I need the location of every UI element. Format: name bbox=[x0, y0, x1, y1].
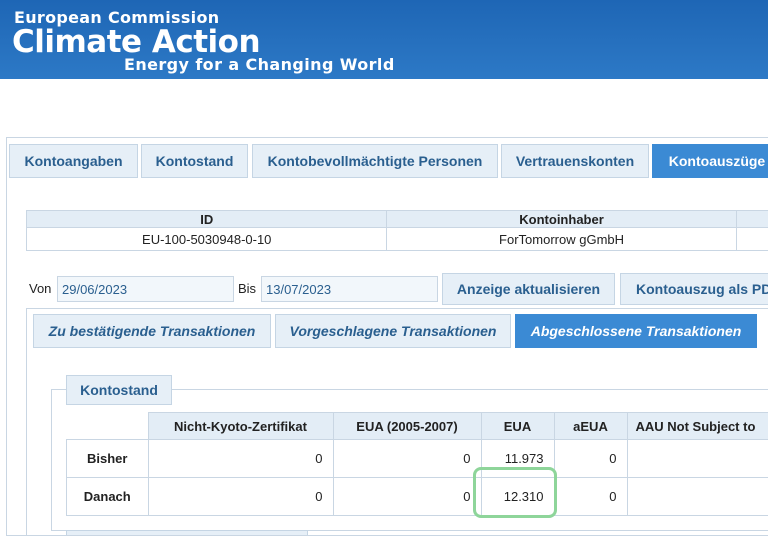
table-cell: 11.973 bbox=[481, 440, 554, 478]
header-tagline: Energy for a Changing World bbox=[124, 55, 395, 74]
next-section-stub bbox=[66, 530, 308, 535]
tab-proposed-transactions[interactable]: Vorgeschlagene Transaktionen bbox=[275, 314, 511, 348]
table-cell bbox=[627, 478, 768, 516]
table-cell: 0 bbox=[333, 478, 481, 516]
pdf-export-button[interactable]: Kontoauszug als PDF bbox=[620, 273, 768, 305]
tab-kontoangaben[interactable]: Kontoangaben bbox=[9, 144, 138, 178]
table-cell: 0 bbox=[148, 440, 333, 478]
holder-value: ForTomorrow gGmbH bbox=[387, 228, 736, 251]
table-cell: 0 bbox=[148, 478, 333, 516]
column-header: aEUA bbox=[554, 413, 627, 440]
tab-kontobevollmaechtigte[interactable]: Kontobevollmächtigte Personen bbox=[252, 144, 498, 178]
account-info-table: ID Kontoinhaber EU-100-5030948-0-10 ForT… bbox=[26, 210, 768, 251]
table-cell: 0 bbox=[554, 478, 627, 516]
id-value: EU-100-5030948-0-10 bbox=[27, 228, 387, 251]
column-header: EUA (2005-2007) bbox=[333, 413, 481, 440]
table-row: Danach 0 0 12.310 0 bbox=[67, 478, 768, 516]
table-row: Bisher 0 0 11.973 0 bbox=[67, 440, 768, 478]
corner-cell bbox=[67, 413, 149, 440]
tab-completed-transactions[interactable]: Abgeschlossene Transaktionen bbox=[515, 314, 757, 348]
to-label: Bis bbox=[238, 281, 256, 296]
id-header: ID bbox=[27, 211, 387, 228]
holder-header: Kontoinhaber bbox=[387, 211, 736, 228]
transactions-panel: Zu bestätigende Transaktionen Vorgeschla… bbox=[26, 308, 768, 536]
balance-legend: Kontostand bbox=[66, 375, 172, 405]
tab-kontostand[interactable]: Kontostand bbox=[141, 144, 248, 178]
row-label: Bisher bbox=[67, 440, 149, 478]
balance-table: Nicht-Kyoto-Zertifikat EUA (2005-2007) E… bbox=[66, 412, 768, 516]
account-panel: Kontoangaben Kontostand Kontobevollmächt… bbox=[6, 137, 768, 536]
to-date-input[interactable] bbox=[261, 276, 438, 302]
table-cell: 0 bbox=[554, 440, 627, 478]
table-cell bbox=[627, 440, 768, 478]
column-header: Nicht-Kyoto-Zertifikat bbox=[148, 413, 333, 440]
extra-value bbox=[736, 228, 768, 251]
refresh-button[interactable]: Anzeige aktualisieren bbox=[442, 273, 615, 305]
extra-header bbox=[736, 211, 768, 228]
table-cell: 12.310 bbox=[481, 478, 554, 516]
tab-vertrauenskonten[interactable]: Vertrauenskonten bbox=[501, 144, 649, 178]
column-header: AAU Not Subject to bbox=[627, 413, 768, 440]
site-header: European Commission Climate Action Energ… bbox=[0, 0, 768, 79]
column-header: EUA bbox=[481, 413, 554, 440]
row-label: Danach bbox=[67, 478, 149, 516]
table-cell: 0 bbox=[333, 440, 481, 478]
from-date-input[interactable] bbox=[57, 276, 234, 302]
tab-kontoauszuege[interactable]: Kontoauszüge bbox=[652, 144, 768, 178]
tab-pending-transactions[interactable]: Zu bestätigende Transaktionen bbox=[33, 314, 271, 348]
balance-group: Kontostand Nicht-Kyoto-Zertifikat EUA (2… bbox=[51, 389, 768, 531]
from-label: Von bbox=[29, 281, 51, 296]
